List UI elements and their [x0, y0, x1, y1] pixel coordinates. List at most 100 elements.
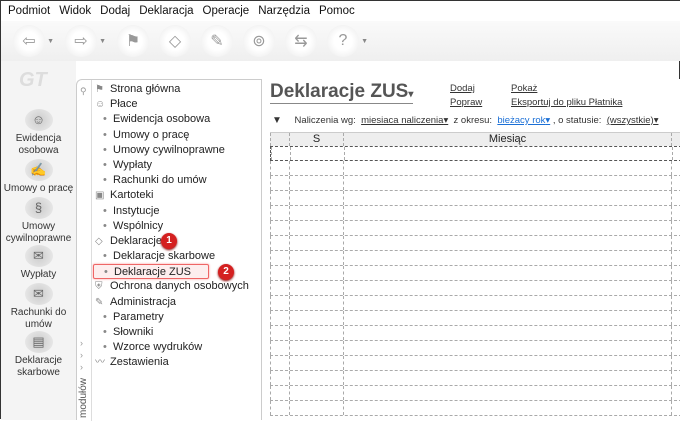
table-row[interactable] [270, 266, 680, 281]
document-icon[interactable]: ◇ [159, 25, 191, 57]
table-row[interactable] [270, 401, 680, 416]
chevron-right-icon[interactable]: › [80, 362, 83, 372]
table-row[interactable] [270, 221, 680, 236]
table-cell [671, 281, 680, 295]
table-row[interactable] [270, 176, 680, 191]
pin-icon[interactable]: ⚲ [80, 86, 87, 97]
nav-ochrona-danych[interactable]: ⛨ Ochrona danych osobowych [93, 279, 249, 294]
export-link[interactable]: Eksportuj do pliku Płatnika [511, 97, 622, 108]
left-button-umowy-cywilnoprawne[interactable]: § Umowy cywilnoprawne [1, 197, 76, 245]
nav-parametry[interactable]: Parametry [93, 310, 249, 325]
table-row[interactable] [270, 371, 680, 386]
nav-instytucje[interactable]: Instytucje [93, 204, 249, 219]
table-cell [289, 191, 343, 205]
nav-deklaracje-zus[interactable]: Deklaracje ZUS2 [93, 264, 234, 280]
table-cell [270, 161, 289, 175]
left-button-wyplaty[interactable]: ✉ Wypłaty [1, 245, 76, 281]
home-icon[interactable]: ⚑ [117, 25, 149, 57]
table-row[interactable] [270, 191, 680, 206]
filter-by-select[interactable]: miesiaca naliczenia▾ [361, 115, 448, 126]
menu-dodaj[interactable]: Dodaj [100, 5, 130, 17]
help-icon[interactable]: ? ▼ [327, 25, 368, 57]
nav-zestawienia[interactable]: 〰 Zestawienia [93, 355, 249, 370]
table-cell [289, 221, 343, 235]
left-button-deklaracje-skarbowe[interactable]: ▤ Deklaracje skarbowe [1, 331, 76, 379]
table-cell [271, 147, 290, 160]
left-button-ewidencja[interactable]: ☺ Ewidencja osobowa [1, 109, 76, 157]
navigation-tree-panel: ⚲ › › › modułów ⚑Strona główna ☺Płace Ew… [76, 79, 261, 421]
table-cell [289, 161, 343, 175]
table-cell [671, 236, 680, 250]
table-cell [671, 296, 680, 310]
stamp-icon[interactable]: ⊚ [243, 25, 275, 57]
nav-ewidencja-osobowa[interactable]: Ewidencja osobowa [93, 112, 249, 127]
column-header-miesiac[interactable]: Miesiąc [343, 133, 671, 146]
nav-deklaracje-skarbowe[interactable]: Deklaracje skarbowe [93, 249, 249, 264]
table-row[interactable] [270, 251, 680, 266]
table-cell [671, 401, 680, 415]
nav-rachunki[interactable]: Rachunki do umów [93, 173, 249, 188]
nav-strona-glowna[interactable]: ⚑ Strona główna [93, 82, 249, 97]
table-header: S Miesiąc [270, 132, 680, 146]
table-row[interactable] [270, 386, 680, 401]
back-icon[interactable]: ⇦ ▼ [13, 25, 54, 57]
nav-place[interactable]: ☺ Płace [93, 97, 249, 112]
nav-administracja[interactable]: ✎ Administracja [93, 295, 249, 310]
table-row[interactable] [270, 326, 680, 341]
collapse-filter-icon[interactable]: ▼ [272, 115, 282, 126]
table-cell [289, 296, 343, 310]
forward-icon[interactable]: ⇨ ▼ [65, 25, 106, 57]
table-row[interactable] [270, 341, 680, 356]
left-button-umowy-o-prace[interactable]: ✍ Umowy o pracę [1, 159, 76, 195]
chart-icon: 〰 [95, 357, 105, 369]
module-sidebar: GT ☺ Ewidencja osobowa ✍ Umowy o pracę § Um… [1, 61, 76, 420]
sign-icon[interactable]: ✎ [201, 25, 233, 57]
table-cell [343, 191, 671, 205]
chevron-right-icon[interactable]: › [80, 350, 83, 360]
left-button-rachunki[interactable]: ✉ Rachunki do umów [1, 283, 76, 331]
table-cell [671, 251, 680, 265]
table-row[interactable] [270, 206, 680, 221]
table-cell [289, 236, 343, 250]
column-header-s[interactable]: S [289, 133, 343, 146]
table-cell [343, 326, 671, 340]
add-link[interactable]: Dodaj [450, 83, 475, 94]
table-cell [270, 311, 289, 325]
table-cell [343, 311, 671, 325]
nav-slowniki[interactable]: Słowniki [93, 325, 249, 340]
menu-widok[interactable]: Widok [59, 5, 91, 17]
nav-umowy-cywilnoprawne[interactable]: Umowy cywilnoprawne [93, 143, 249, 158]
export-icon[interactable]: ⇆ [285, 25, 317, 57]
show-link[interactable]: Pokaż [511, 83, 537, 94]
edit-link[interactable]: Popraw [450, 97, 482, 108]
table-cell [343, 356, 671, 370]
chevron-right-icon[interactable]: › [80, 338, 83, 348]
nav-wzorce-wydrukow[interactable]: Wzorce wydruków [93, 340, 249, 355]
table-row[interactable] [270, 236, 680, 251]
status-select[interactable]: (wszystkie)▾ [607, 115, 659, 126]
table-row[interactable] [270, 311, 680, 326]
nav-wspolnicy[interactable]: Wspólnicy [93, 219, 249, 234]
modules-strip[interactable]: ⚲ › › › modułów [77, 80, 92, 421]
page-title[interactable]: Deklaracje ZUS▾ [270, 81, 414, 104]
menu-pomoc[interactable]: Pomoc [319, 5, 355, 17]
table-row[interactable] [270, 356, 680, 371]
nav-wyplaty[interactable]: Wypłaty [93, 158, 249, 173]
nav-deklaracje[interactable]: ◇ Deklaracje 1 [93, 232, 249, 249]
menu-deklaracja[interactable]: Deklaracja [139, 5, 193, 17]
nav-umowy-o-prace[interactable]: Umowy o pracę [93, 128, 249, 143]
period-select[interactable]: bieżacy rok▾ [497, 115, 550, 126]
table-cell [289, 266, 343, 280]
step-badge-1: 1 [161, 232, 177, 249]
menu-podmiot[interactable]: Podmiot [8, 5, 50, 17]
toolbar: ⇦ ▼ ⇨ ▼ ⚑ ◇ ✎ ⊚ ⇆ ? ▼ [1, 21, 680, 61]
table-row[interactable] [270, 281, 680, 296]
table-cell [672, 147, 680, 160]
table-row[interactable] [270, 161, 680, 176]
menu-operacje[interactable]: Operacje [203, 5, 250, 17]
menu-narzedzia[interactable]: Narzędzia [258, 5, 310, 17]
nav-kartoteki[interactable]: ▣ Kartoteki [93, 188, 249, 203]
table-cell [671, 266, 680, 280]
table-row[interactable] [270, 296, 680, 311]
table-row[interactable] [270, 146, 680, 161]
